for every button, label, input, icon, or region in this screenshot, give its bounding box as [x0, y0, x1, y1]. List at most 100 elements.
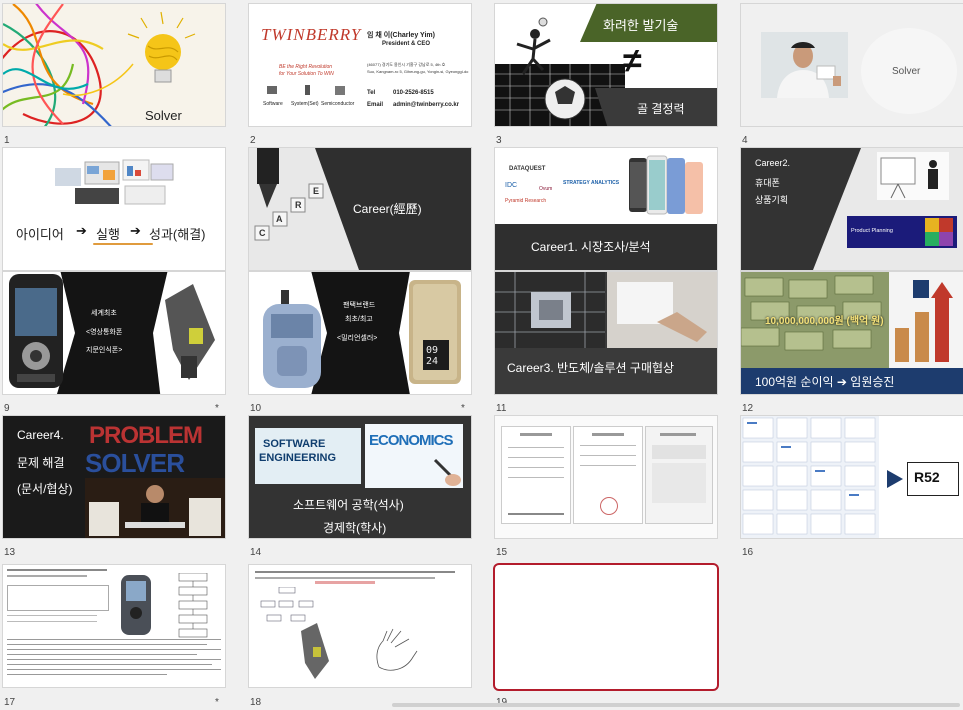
- slide8-line-1: Career2.: [755, 158, 791, 168]
- cube-letter: R: [295, 200, 302, 210]
- slide-caption: Career3. 반도체/솔루션 구매협상: [507, 361, 675, 375]
- slide9-line-2: <영상통화폰: [86, 329, 123, 336]
- slide14-caption-1: 소프트웨어 공학(석사): [293, 498, 404, 512]
- animation-star-icon: *: [461, 403, 465, 414]
- slide-number: 14: [250, 547, 262, 558]
- logo-text: R52: [914, 469, 940, 485]
- lcd-time: 09 24: [426, 345, 439, 367]
- slide-thumbnail-3[interactable]: 화려한 발기술 ≠ 골 결정력: [495, 4, 717, 126]
- slide-number: 16: [742, 547, 754, 558]
- slide-number: 12: [742, 403, 754, 414]
- gold-phone-image: [409, 280, 461, 384]
- icon-label-software: Software: [263, 101, 283, 107]
- slide-number: 4: [742, 135, 748, 146]
- slide-number: 10: [250, 403, 262, 414]
- slide-thumbnail-5[interactable]: 아이디어 ➔ 실행 ➔ 성과(해결): [3, 148, 225, 270]
- contact-name: 임 채 이(Charley Yim): [367, 32, 435, 39]
- solver-word: SOLVER: [85, 448, 185, 478]
- cube-letter: C: [259, 228, 266, 238]
- logo-dataquest: DATAQUEST: [509, 166, 546, 172]
- slide-thumbnail-4[interactable]: Solver: [741, 4, 963, 126]
- slide-title: Solver: [145, 108, 182, 123]
- slide-number: 9: [4, 403, 10, 414]
- slide-thumbnail-8[interactable]: Career2. 휴대폰 상품기획 Product Planning: [741, 148, 963, 270]
- slide-number: 15: [496, 547, 508, 558]
- money-amount: 10,000,000,000원 (백억 원): [765, 316, 884, 327]
- thumbnail-mosaic: [741, 416, 879, 538]
- slide-thumbnail-14[interactable]: SOFTWARE ENGINEERING ECONOMICS 소프트웨어 공학(…: [249, 416, 471, 538]
- underline-stroke: [93, 243, 153, 245]
- slide-number: 18: [250, 697, 262, 708]
- slide-thumbnail-9[interactable]: 세계최초 <영상통화폰 지문인식폰>: [3, 272, 225, 394]
- hand-marker-icon: [433, 458, 461, 486]
- presenter-image: [877, 152, 949, 200]
- presenter-photo: [761, 32, 848, 98]
- photo-panel: [249, 148, 359, 270]
- document-scan: [645, 426, 713, 524]
- slide-thumbnail-15[interactable]: [495, 416, 717, 538]
- paperwork-desk-image: [85, 478, 225, 538]
- slide5-text-c: 성과(해결): [149, 227, 206, 242]
- logo-pyramid: Pyramid Research: [505, 198, 547, 204]
- solver-word: Solver: [892, 66, 921, 77]
- patent-document: [7, 569, 117, 629]
- office-supplies-image: [55, 159, 174, 205]
- slide-thumbnail-19[interactable]: [495, 565, 717, 689]
- phone-image: [301, 623, 329, 679]
- product-planning-badge: Product Planning: [847, 216, 957, 248]
- slide-thumbnail-17[interactable]: [3, 565, 225, 687]
- fingerprint-phone-image: [165, 284, 215, 380]
- slide-thumbnail-12[interactable]: 10,000,000,000원 (백억 원) 100억원 순이익 ➔ 임원승진: [741, 272, 963, 394]
- slide-number: 11: [496, 403, 507, 414]
- r52-logo: R52: [907, 462, 959, 496]
- logo-idc: IDC: [505, 182, 518, 189]
- animation-star-icon: *: [215, 697, 219, 708]
- slide-thumbnail-13[interactable]: PROBLEM SOLVER Career4. 문제 해결 (문서/협상): [3, 416, 225, 538]
- walkie-phone-image: [263, 290, 321, 388]
- slide-number: 13: [4, 547, 16, 558]
- slide9-line-1: 세계최초: [91, 310, 117, 317]
- email-label: Email: [367, 102, 384, 108]
- slide8-line-3: 상품기획: [755, 195, 789, 205]
- tel-value: 010-2526-8515: [393, 90, 434, 96]
- tagline-line-2: for Your Solution To WIN: [279, 71, 334, 77]
- bottom-banner-text: 골 결정력: [637, 102, 685, 116]
- product-icons: [267, 85, 345, 95]
- cube-letter: E: [313, 186, 320, 196]
- slide14-caption-2: 경제학(학사): [323, 521, 387, 535]
- slide-thumbnail-10[interactable]: 09 24 팬택브랜드 최초/최고 <밀리언셀러>: [249, 272, 471, 394]
- body-text-lines: [7, 639, 221, 683]
- slide-caption: Career1. 시장조사/분석: [531, 240, 651, 254]
- smartphones-image: [629, 155, 703, 215]
- handshake-image: [607, 272, 717, 348]
- document-header: [255, 571, 465, 585]
- slide-thumbnail-1[interactable]: Solver: [3, 4, 225, 126]
- slide-thumbnail-11[interactable]: Career3. 반도체/솔루션 구매협상: [495, 272, 717, 394]
- document-scan: [573, 426, 643, 524]
- tel-label: Tel: [367, 90, 376, 96]
- slide5-text-a: 아이디어: [16, 227, 64, 242]
- tagline-line-1: BE the Right Revolution: [279, 64, 333, 70]
- horizontal-scrollbar[interactable]: [392, 703, 960, 707]
- slide-thumbnail-6[interactable]: C A R E Career(經歷): [249, 148, 471, 270]
- slide-thumbnail-2[interactable]: TWINBERRY BE the Right Revolution for Yo…: [249, 4, 471, 126]
- slide13-line-3: (문서/협상): [17, 482, 73, 496]
- logo-ovum: Ovum: [539, 186, 553, 192]
- flowchart-image: [178, 573, 208, 638]
- twinberry-logo: TWINBERRY: [261, 25, 362, 44]
- slide-thumbnail-18[interactable]: [249, 565, 471, 687]
- email-value: admin@twinberry.co.kr: [393, 102, 460, 108]
- problem-word: PROBLEM: [89, 422, 203, 449]
- slide-thumbnail-16[interactable]: R52: [741, 416, 963, 538]
- slide-thumbnail-7[interactable]: DATAQUEST IDC Ovum STRATEGY ANALYTICS Py…: [495, 148, 717, 270]
- slide10-line-1: 팬택브랜드: [343, 302, 376, 309]
- arrow-icon: ➔: [76, 223, 87, 238]
- puzzle-icon: [925, 218, 953, 246]
- play-arrow-icon: [887, 470, 903, 488]
- rubber-bands-image: [3, 4, 196, 126]
- animation-star-icon: *: [215, 403, 219, 414]
- slide10-line-3: <밀리언셀러>: [337, 335, 378, 342]
- slide10-line-2: 최초/최고: [345, 316, 373, 323]
- software-engineering-board: SOFTWARE ENGINEERING: [255, 428, 361, 484]
- slide-number: 17: [4, 697, 16, 708]
